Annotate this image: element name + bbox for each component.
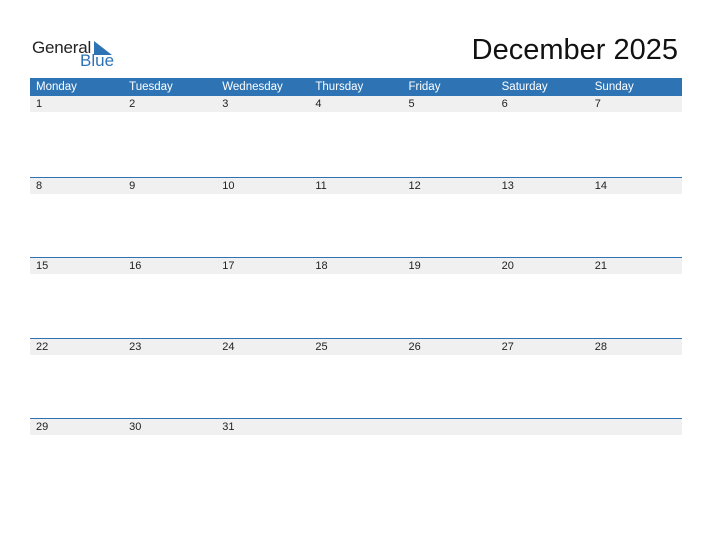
day-cell: 6	[501, 98, 508, 110]
day-cell: 30	[129, 421, 142, 433]
day-cell: 2	[129, 98, 136, 110]
day-cell: 23	[129, 341, 142, 353]
day-cell: 12	[408, 180, 421, 192]
day-cell: 15	[36, 260, 49, 272]
day-cell: 29	[36, 421, 49, 433]
day-cell: 25	[315, 341, 328, 353]
day-cell: 31	[222, 421, 235, 433]
day-cell	[589, 419, 682, 435]
week-row: 15 16 17 18 19 20 21	[30, 257, 682, 274]
weekday-friday: Friday	[408, 81, 441, 93]
weekday-header: Monday Tuesday Wednesday Thursday Friday…	[30, 78, 682, 96]
day-cell: 26	[408, 341, 421, 353]
day-cell: 9	[129, 180, 136, 192]
weekday-tuesday: Tuesday	[129, 81, 173, 93]
day-cell: 8	[36, 180, 43, 192]
day-cell	[496, 419, 589, 435]
weekday-monday: Monday	[36, 81, 77, 93]
day-cell: 5	[408, 98, 415, 110]
day-cell: 28	[594, 341, 607, 353]
day-cell: 17	[222, 260, 235, 272]
weekday-wednesday: Wednesday	[222, 81, 283, 93]
week-row: 1 2 3 4 5 6 7	[30, 96, 682, 112]
day-cell: 16	[129, 260, 142, 272]
day-cell: 20	[501, 260, 514, 272]
weekday-saturday: Saturday	[501, 81, 548, 93]
day-cell: 10	[222, 180, 235, 192]
logo-text-blue: Blue	[80, 51, 115, 70]
day-cell: 3	[222, 98, 229, 110]
logo: General Blue	[32, 38, 122, 72]
day-cell	[309, 419, 402, 435]
day-cell: 24	[222, 341, 235, 353]
day-cell: 27	[501, 341, 514, 353]
day-cell: 14	[594, 180, 607, 192]
day-cell: 7	[594, 98, 601, 110]
day-cell: 18	[315, 260, 328, 272]
week-row: 29 30 31	[30, 418, 682, 435]
day-cell: 22	[36, 341, 49, 353]
day-cell: 11	[315, 180, 327, 192]
day-cell: 13	[501, 180, 514, 192]
week-row: 22 23 24 25 26 27 28	[30, 338, 682, 355]
page-title: December 2025	[471, 34, 678, 66]
day-cell: 21	[594, 260, 607, 272]
day-cell	[403, 419, 496, 435]
weekday-sunday: Sunday	[594, 81, 634, 93]
day-cell: 4	[315, 98, 322, 110]
weekday-thursday: Thursday	[315, 81, 364, 93]
day-cell: 1	[36, 98, 43, 110]
week-row: 8 9 10 11 12 13 14	[30, 177, 682, 194]
day-cell: 19	[408, 260, 421, 272]
